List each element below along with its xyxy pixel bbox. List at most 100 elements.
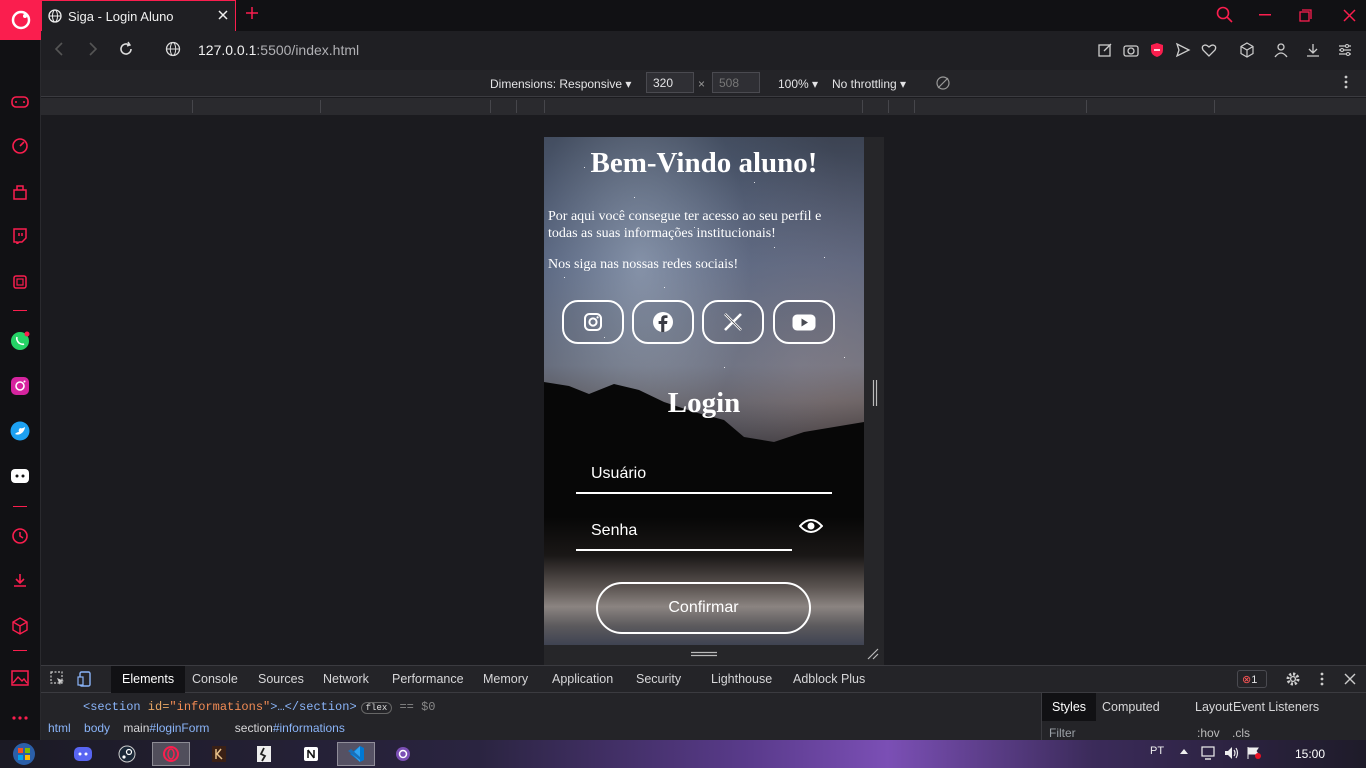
discord-sidebar-icon[interactable] (8, 464, 32, 488)
whatsapp-icon[interactable] (8, 329, 32, 353)
downloads-icon[interactable] (8, 568, 32, 592)
cls-toggle[interactable]: .cls (1232, 726, 1250, 740)
easy-setup-icon[interactable] (1337, 42, 1353, 58)
forward-icon[interactable] (87, 41, 99, 57)
tab-lighthouse[interactable]: Lighthouse (711, 672, 772, 686)
vscode-icon[interactable] (337, 742, 375, 766)
steam-icon[interactable] (108, 742, 146, 766)
styles-filter-input[interactable]: Filter (1049, 726, 1076, 740)
history-icon[interactable] (8, 524, 32, 548)
tab-performance[interactable]: Performance (392, 672, 464, 686)
restore-icon[interactable] (1299, 9, 1312, 22)
youtube-button[interactable] (773, 300, 835, 344)
search-tabs-icon[interactable] (1216, 6, 1234, 24)
notification-flag-icon[interactable] (1246, 746, 1262, 760)
media-query-bar[interactable] (41, 98, 1366, 115)
breadcrumb-main[interactable]: main#loginForm (123, 721, 219, 735)
new-tab-icon[interactable] (244, 5, 260, 21)
show-password-eye-icon[interactable] (799, 517, 823, 535)
tab-computed[interactable]: Computed (1102, 700, 1160, 714)
facebook-button[interactable] (632, 300, 694, 344)
zoom-dropdown[interactable]: 100% ▾ (778, 77, 818, 91)
breadcrumb-section[interactable]: section#informations (235, 721, 355, 735)
send-icon[interactable] (1175, 42, 1191, 58)
gx-cleaner-icon[interactable] (8, 270, 32, 294)
dom-attr-name: id= (140, 700, 170, 714)
opera-gx-logo-icon[interactable] (0, 0, 41, 40)
flex-badge[interactable]: flex (360, 702, 393, 714)
hov-toggle[interactable]: :hov (1197, 726, 1220, 740)
clock[interactable]: 15:00 (1295, 747, 1325, 761)
inspect-element-icon[interactable] (50, 671, 66, 687)
x-button[interactable] (702, 300, 764, 344)
settings-gear-icon[interactable] (1285, 671, 1301, 687)
device-toolbar-more-icon[interactable] (1344, 75, 1348, 89)
notion-icon[interactable] (292, 742, 330, 766)
rotate-icon[interactable] (936, 76, 950, 90)
gx-store-icon[interactable] (8, 180, 32, 204)
minimize-icon[interactable] (1259, 14, 1271, 16)
resize-handle-corner[interactable] (867, 648, 879, 660)
language-indicator[interactable]: PT (1150, 745, 1164, 757)
tray-expand-icon[interactable] (1180, 748, 1188, 754)
bookmark-heart-icon[interactable] (1201, 42, 1217, 58)
counter-strike-icon[interactable] (245, 742, 283, 766)
edit-share-icon[interactable] (1097, 42, 1113, 58)
tab-close-icon[interactable] (217, 9, 229, 21)
gx-control-icon[interactable] (8, 90, 32, 114)
extensions-cube-icon[interactable] (8, 614, 32, 638)
tab-memory[interactable]: Memory (483, 672, 528, 686)
url-field[interactable]: 127.0.0.1:5500/index.html (198, 42, 359, 58)
tab-elements[interactable]: Elements (111, 666, 186, 693)
tab-application[interactable]: Application (552, 672, 613, 686)
gx-speed-dial-icon[interactable] (8, 134, 32, 158)
close-devtools-icon[interactable] (1344, 673, 1356, 685)
throttling-dropdown[interactable]: No throttling ▾ (832, 77, 906, 91)
site-info-globe-icon[interactable] (165, 41, 181, 57)
width-input[interactable]: 320 (646, 72, 694, 93)
tab-layout[interactable]: Layout (1195, 700, 1233, 714)
dimensions-dropdown[interactable]: Dimensions: Responsive ▾ (490, 77, 631, 91)
start-button[interactable] (4, 742, 44, 766)
sidebar-more-icon[interactable] (8, 706, 32, 730)
download-icon[interactable] (1305, 42, 1321, 58)
adblock-shield-icon[interactable] (1149, 42, 1165, 58)
instagram-sidebar-icon[interactable] (8, 374, 32, 398)
extensions-icon[interactable] (1239, 42, 1255, 58)
dom-tree-selected-node[interactable]: <section id="informations">…</section> fl… (41, 693, 1041, 715)
breadcrumb-html[interactable]: html (48, 721, 71, 735)
tab-console[interactable]: Console (192, 672, 238, 686)
resize-handle-horizontal[interactable] (691, 651, 717, 657)
twitch-icon[interactable] (8, 224, 32, 248)
username-field[interactable]: Usuário (576, 454, 832, 494)
resize-handle-vertical[interactable] (872, 380, 878, 406)
back-icon[interactable] (53, 41, 65, 57)
devtools-menu-icon[interactable] (1320, 672, 1324, 686)
close-window-icon[interactable] (1343, 9, 1356, 22)
game-app-icon[interactable] (200, 742, 238, 766)
gallery-icon[interactable] (8, 666, 32, 690)
profile-icon[interactable] (1273, 42, 1289, 58)
snapshot-camera-icon[interactable] (1123, 42, 1139, 58)
tab-adblock-plus[interactable]: Adblock Plus (793, 672, 865, 686)
instagram-button[interactable] (562, 300, 624, 344)
breadcrumb-body[interactable]: body (84, 721, 110, 735)
height-input[interactable]: 508 (712, 72, 760, 93)
tab-siga-login[interactable]: Siga - Login Aluno (41, 0, 236, 31)
reload-icon[interactable] (118, 41, 134, 57)
discord-taskbar-icon[interactable] (64, 742, 102, 766)
tab-styles[interactable]: Styles (1042, 693, 1097, 721)
opera-gx-taskbar-icon[interactable] (152, 742, 190, 766)
network-tray-icon[interactable] (1200, 746, 1216, 760)
confirm-button[interactable]: Confirmar (596, 582, 811, 634)
password-field[interactable]: Senha (576, 511, 792, 551)
tab-sources[interactable]: Sources (258, 672, 304, 686)
twitter-icon[interactable] (8, 419, 32, 443)
tab-event-listeners[interactable]: Event Listeners (1233, 700, 1319, 714)
volume-tray-icon[interactable] (1224, 746, 1240, 760)
github-icon[interactable] (384, 742, 422, 766)
device-toggle-icon[interactable] (77, 671, 93, 687)
tab-security[interactable]: Security (636, 672, 681, 686)
tab-network[interactable]: Network (323, 672, 369, 686)
error-count-badge[interactable]: ⊗1 (1237, 670, 1267, 688)
